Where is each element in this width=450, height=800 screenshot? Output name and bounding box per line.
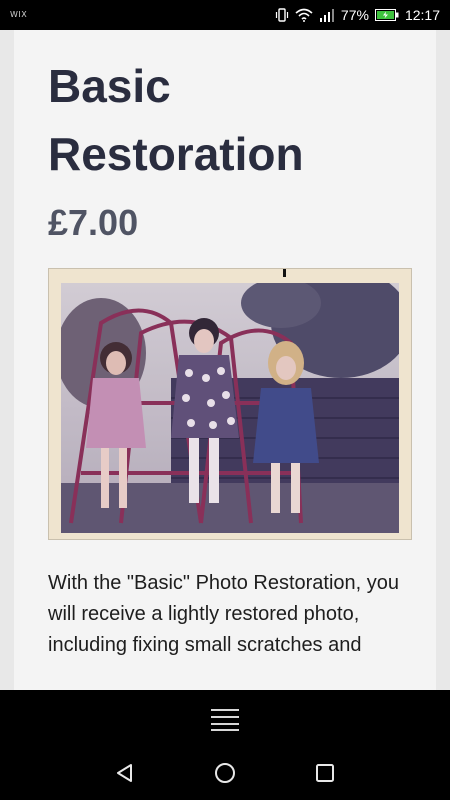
product-description: With the "Basic" Photo Restoration, you … [48,572,400,656]
app-label: WIX [10,10,28,19]
system-navigation-bar [0,746,450,800]
bottom-menu-bar [0,690,450,746]
vibrate-icon [275,8,289,22]
product-price: £7.00 [48,202,139,243]
image-marker [283,269,286,277]
status-bar: WIX 77% 12:17 [0,0,450,30]
back-icon[interactable] [113,761,137,785]
product-card: Basic Restoration £7.00 With the "Basic"… [14,30,436,690]
hamburger-menu-icon[interactable] [211,708,239,732]
product-image[interactable] [48,268,412,540]
signal-icon [319,9,334,22]
product-title: Basic Restoration [48,60,304,180]
home-icon[interactable] [213,761,237,785]
recent-apps-icon[interactable] [313,761,337,785]
product-page: Basic Restoration £7.00 With the "Basic"… [0,30,450,690]
wifi-icon [295,8,313,22]
battery-percent: 77% [340,7,369,23]
product-photo [61,283,399,533]
battery-icon [374,9,399,21]
status-icons: 77% 12:17 [275,5,440,25]
clock: 12:17 [404,7,440,23]
